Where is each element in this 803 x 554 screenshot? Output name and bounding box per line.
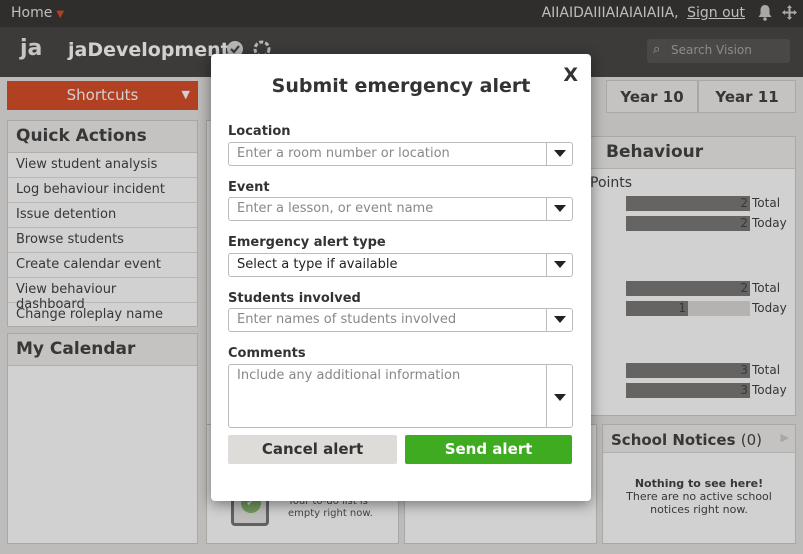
- comments-textarea[interactable]: Include any additional information: [228, 364, 573, 428]
- students-label: Students involved: [228, 291, 361, 306]
- modal-title: Submit emergency alert: [271, 75, 531, 97]
- comments-label: Comments: [228, 346, 306, 361]
- alert-type-value: Select a type if available: [237, 257, 398, 272]
- chevron-down-icon[interactable]: [554, 316, 566, 323]
- send-alert-button[interactable]: Send alert: [405, 435, 572, 464]
- event-placeholder: Enter a lesson, or event name: [237, 201, 434, 216]
- chevron-down-icon[interactable]: [554, 261, 566, 268]
- location-field[interactable]: Enter a room number or location: [228, 142, 573, 166]
- location-label: Location: [228, 124, 291, 139]
- close-button[interactable]: X: [563, 64, 578, 86]
- emergency-alert-modal: Submit emergency alert X Location Enter …: [211, 54, 591, 501]
- alert-type-label: Emergency alert type: [228, 235, 386, 250]
- chevron-down-icon[interactable]: [554, 205, 566, 212]
- cancel-alert-button[interactable]: Cancel alert: [228, 435, 397, 464]
- event-field[interactable]: Enter a lesson, or event name: [228, 197, 573, 221]
- chevron-down-icon[interactable]: [554, 150, 566, 157]
- comments-placeholder: Include any additional information: [237, 368, 461, 383]
- students-field[interactable]: Enter names of students involved: [228, 308, 573, 332]
- chevron-down-icon[interactable]: [554, 394, 566, 401]
- students-placeholder: Enter names of students involved: [237, 312, 457, 327]
- alert-type-select[interactable]: Select a type if available: [228, 253, 573, 277]
- event-label: Event: [228, 180, 270, 195]
- location-placeholder: Enter a room number or location: [237, 146, 450, 161]
